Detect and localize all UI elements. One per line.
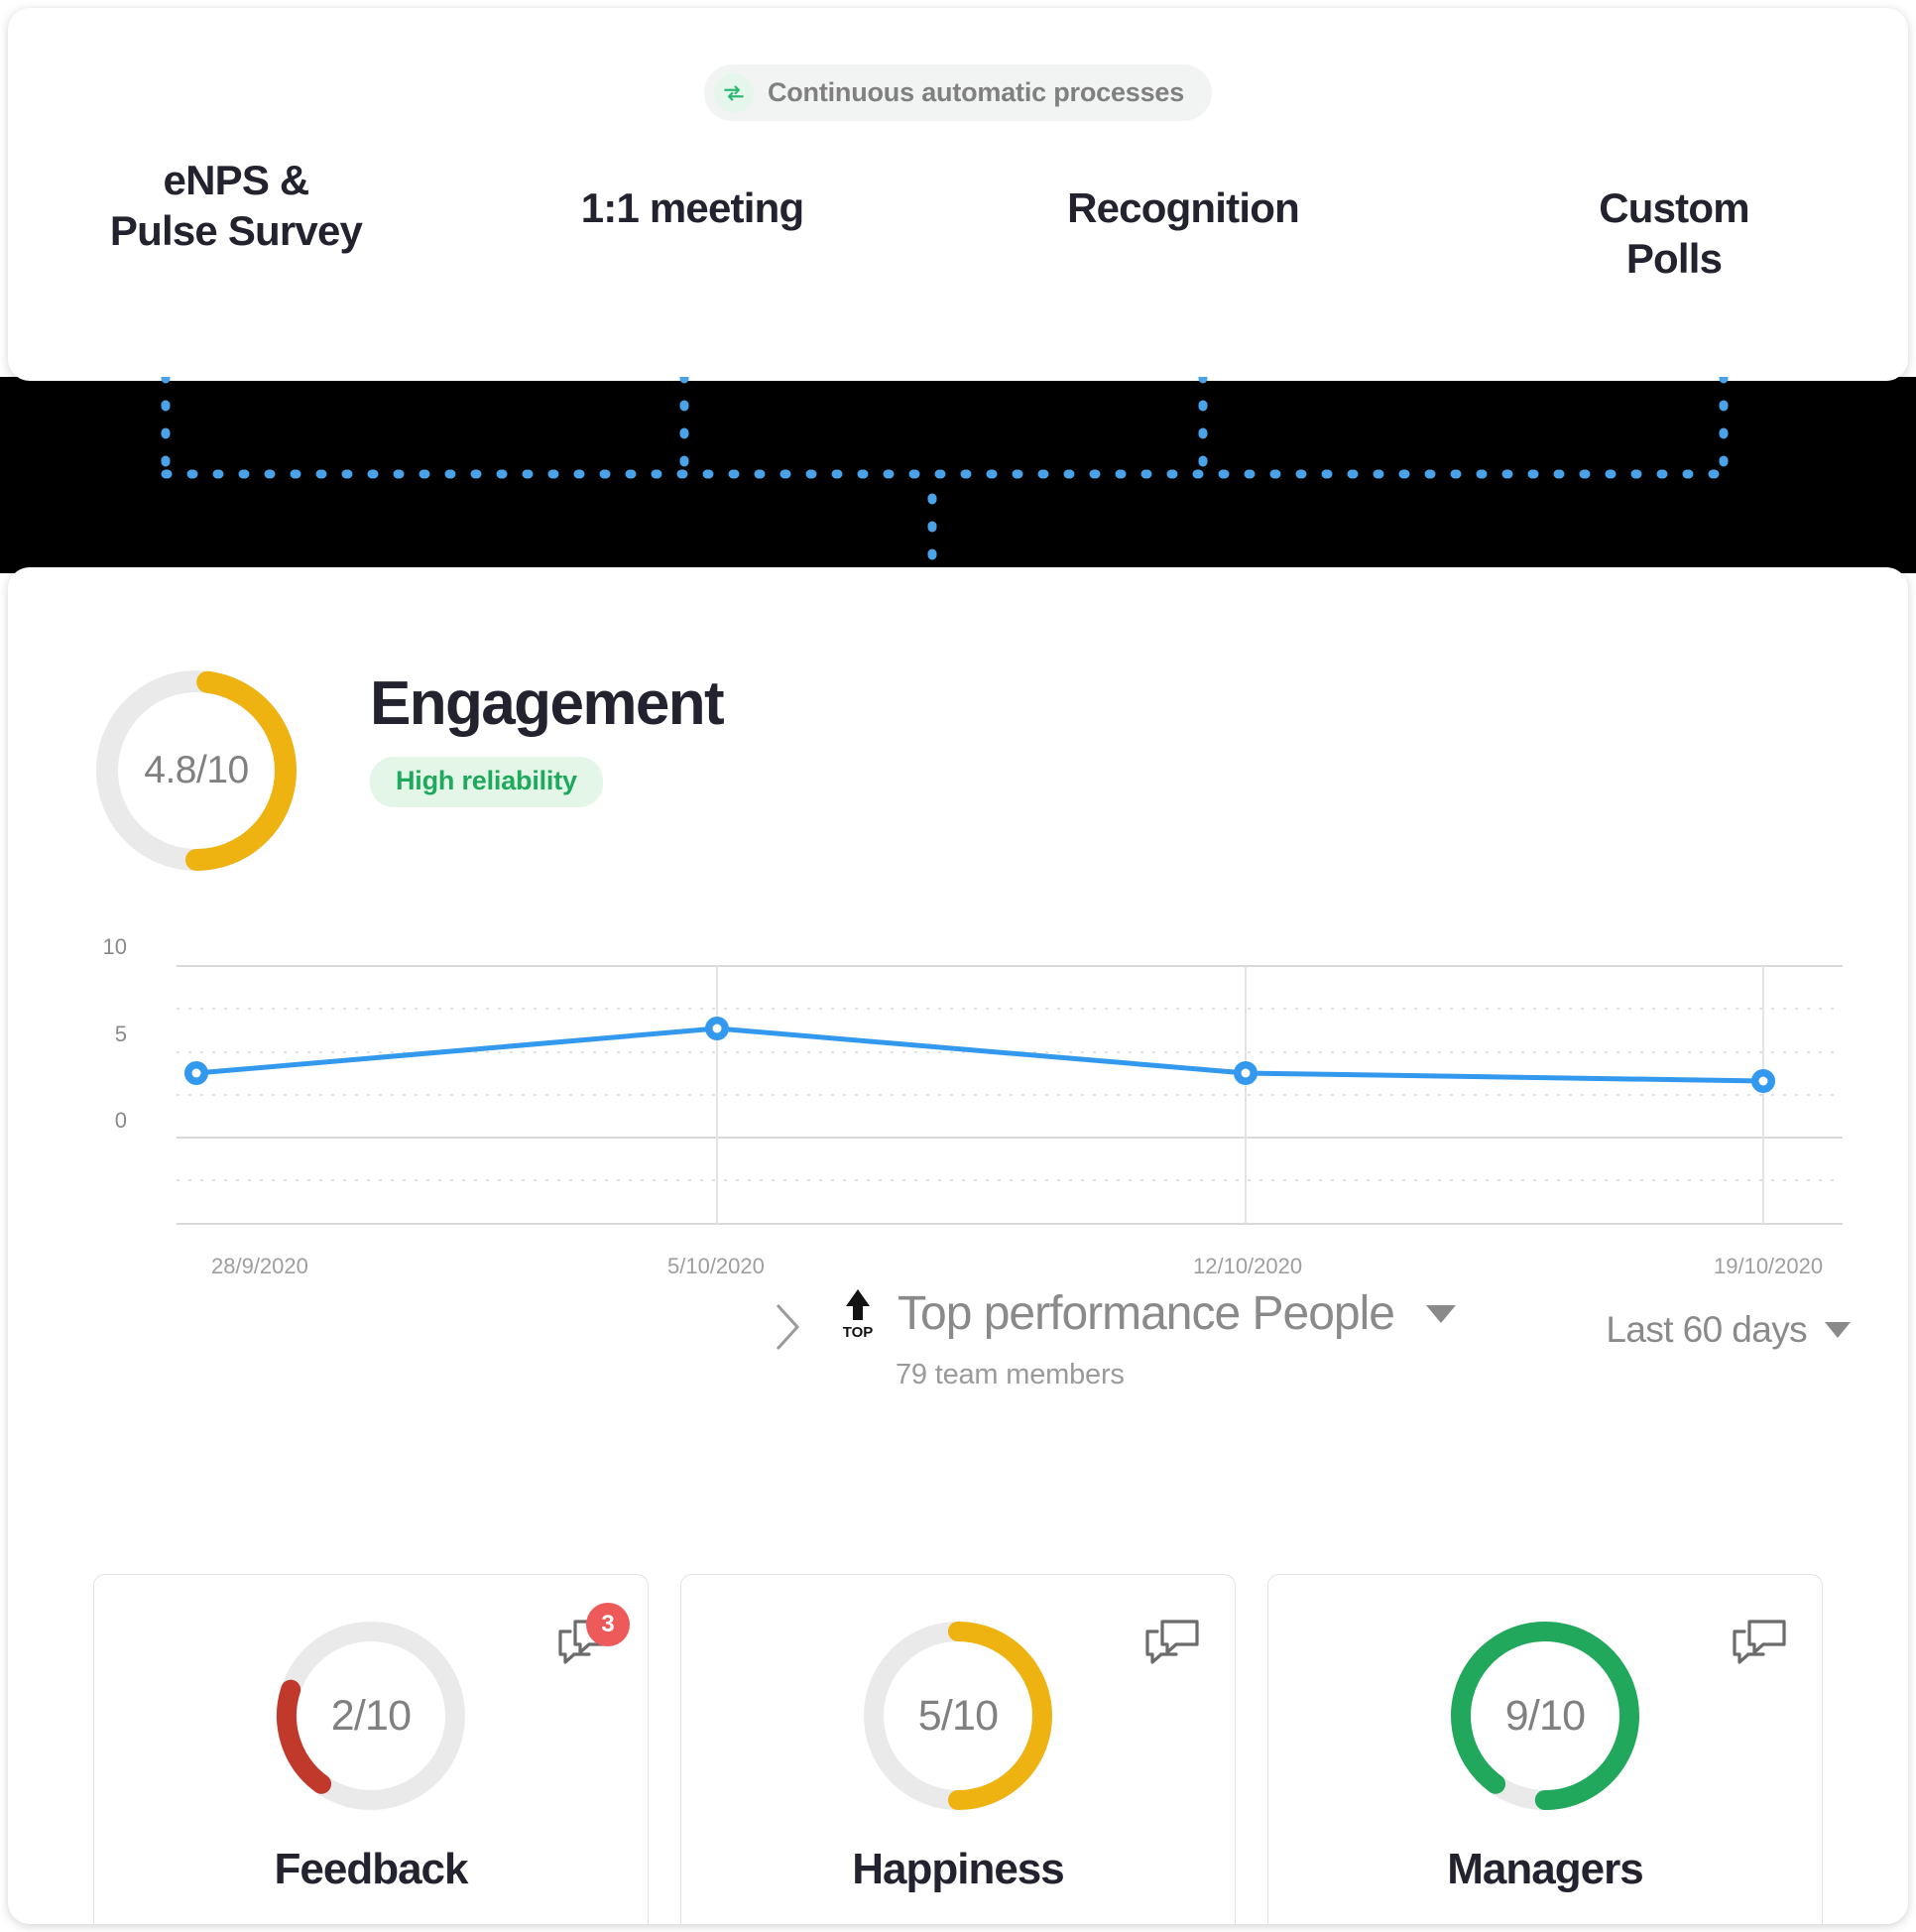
feedback-title: Feedback bbox=[274, 1845, 469, 1893]
process-tabs: eNPS & Pulse Survey 1:1 meeting Recognit… bbox=[8, 157, 1908, 296]
tab-enps-pulse-survey[interactable]: eNPS & Pulse Survey bbox=[110, 155, 363, 256]
feedback-comment-count-badge: 3 bbox=[586, 1603, 630, 1646]
refresh-cycle-icon bbox=[713, 72, 754, 113]
chat-bubbles-icon bbox=[1145, 1620, 1199, 1664]
managers-score: 9/10 bbox=[1504, 1691, 1586, 1740]
engagement-gauge: 4.8/10 bbox=[92, 666, 300, 875]
x-tick-2: 12/10/2020 bbox=[1193, 1254, 1303, 1278]
app-stage: Continuous automatic processes eNPS & Pu… bbox=[0, 0, 1916, 1932]
managers-comments-button[interactable] bbox=[1731, 1619, 1788, 1670]
engagement-trend-chart: 10 5 0 28/9/2020 5/10/2020 12/10/2020 19… bbox=[8, 934, 1908, 1460]
tab-one-on-one-meeting[interactable]: 1:1 meeting bbox=[581, 182, 804, 233]
metric-card-feedback[interactable]: 3 2/10 Feedback High reliability bbox=[93, 1574, 649, 1924]
metric-card-managers[interactable]: 9/10 Managers High reliability bbox=[1267, 1574, 1823, 1924]
engagement-dashboard-panel: 4.8/10 Engagement High reliability TOP T… bbox=[8, 567, 1908, 1924]
engagement-reliability-badge: High reliability bbox=[370, 757, 603, 807]
connector-lines bbox=[161, 377, 1729, 573]
managers-gauge: 9/10 bbox=[1446, 1617, 1644, 1815]
tab-custom-polls[interactable]: Custom Polls bbox=[1557, 182, 1791, 284]
feedback-comments-button[interactable]: 3 bbox=[556, 1603, 630, 1670]
process-badge-label: Continuous automatic processes bbox=[767, 77, 1185, 107]
happiness-score: 5/10 bbox=[917, 1691, 999, 1740]
happiness-title: Happiness bbox=[852, 1845, 1065, 1893]
chart-series-line bbox=[195, 1026, 1764, 1084]
managers-title: Managers bbox=[1447, 1845, 1643, 1893]
metric-card-happiness[interactable]: 5/10 Happiness High reliability bbox=[680, 1574, 1236, 1924]
happiness-comments-button[interactable] bbox=[1143, 1619, 1201, 1670]
chart-plot bbox=[177, 965, 1843, 1225]
page-title: Engagement bbox=[370, 669, 725, 738]
feedback-score: 2/10 bbox=[330, 1691, 412, 1740]
metric-card-list: 3 2/10 Feedback High reliability bbox=[8, 1574, 1908, 1924]
happiness-gauge: 5/10 bbox=[859, 1617, 1057, 1815]
feedback-gauge: 2/10 bbox=[272, 1617, 470, 1815]
x-tick-0: 28/9/2020 bbox=[211, 1254, 308, 1278]
engagement-score: 4.8/10 bbox=[144, 749, 249, 791]
x-tick-3: 19/10/2020 bbox=[1714, 1254, 1824, 1278]
processes-panel: Continuous automatic processes eNPS & Pu… bbox=[8, 8, 1908, 381]
chat-bubbles-icon bbox=[1733, 1620, 1786, 1664]
x-tick-1: 5/10/2020 bbox=[667, 1254, 765, 1278]
continuous-processes-badge: Continuous automatic processes bbox=[703, 64, 1213, 121]
tab-recognition[interactable]: Recognition bbox=[1067, 182, 1300, 233]
engagement-title-block: Engagement High reliability bbox=[370, 669, 725, 807]
